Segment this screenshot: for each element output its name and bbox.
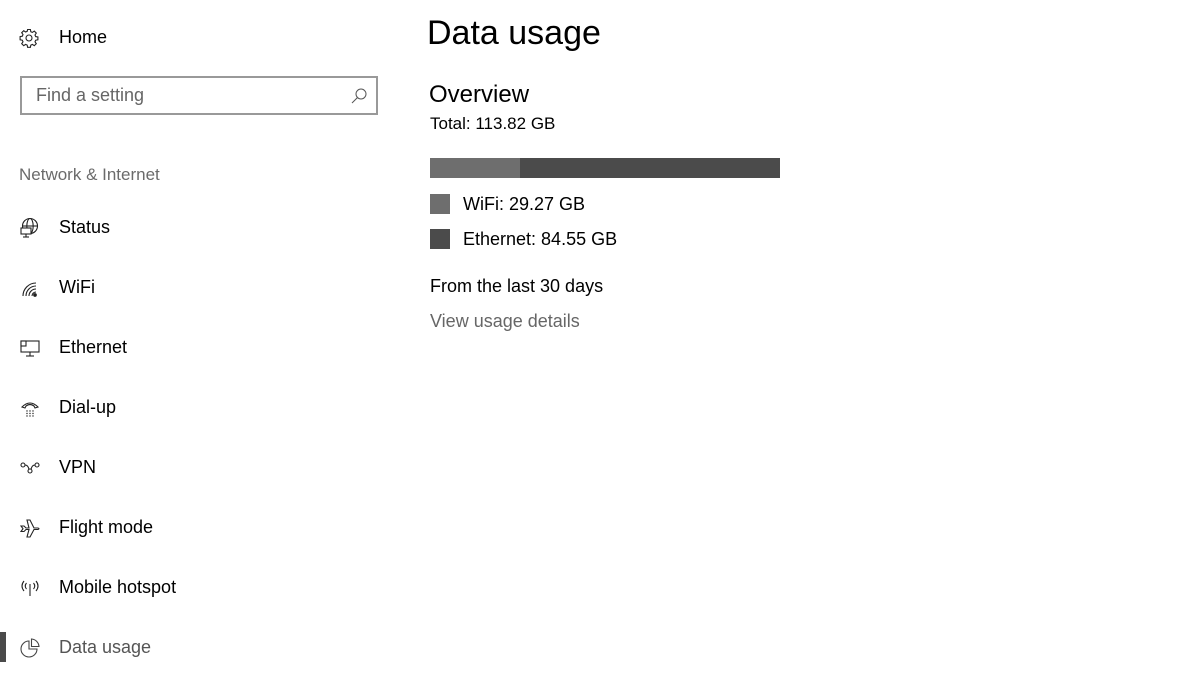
sidebar-item-mobile-hotspot[interactable]: Mobile hotspot (0, 568, 390, 608)
search-input[interactable] (36, 78, 336, 113)
sidebar-item-label: Dial-up (59, 397, 117, 417)
legend-swatch-wifi (430, 194, 450, 214)
legend-wifi: WiFi: 29.27 GB (430, 193, 585, 215)
overview-heading: Overview (429, 81, 530, 108)
gear-icon (18, 27, 40, 49)
legend-swatch-ethernet (430, 229, 450, 249)
sidebar-item-ethernet[interactable]: Ethernet (0, 328, 390, 368)
sidebar-item-dial-up[interactable]: Dial-up (0, 388, 390, 428)
sidebar-item-label: Flight mode (59, 517, 154, 537)
sidebar-item-label: WiFi (59, 277, 95, 297)
hotspot-icon (19, 577, 41, 599)
selected-indicator (0, 632, 6, 662)
sidebar-item-status[interactable]: Status (0, 208, 390, 248)
sidebar-item-wifi[interactable]: WiFi (0, 268, 390, 308)
pie-chart-icon (19, 637, 41, 659)
sidebar-item-label: VPN (59, 457, 97, 477)
sidebar-item-label: Data usage (59, 637, 152, 657)
vpn-icon (19, 457, 41, 479)
legend-label-wifi: WiFi: 29.27 GB (463, 193, 586, 214)
sidebar-item-vpn[interactable]: VPN (0, 448, 390, 488)
legend-label-ethernet: Ethernet: 84.55 GB (463, 228, 618, 249)
sidebar-item-label: Mobile hotspot (59, 577, 177, 597)
home-label: Home (59, 27, 108, 47)
sidebar-item-flight-mode[interactable]: Flight mode (0, 508, 390, 548)
globe-monitor-icon (19, 217, 41, 239)
section-label: Network & Internet (19, 165, 160, 184)
sidebar-item-data-usage[interactable]: Data usage (0, 628, 390, 668)
view-usage-details-link[interactable]: View usage details (430, 311, 580, 332)
sidebar-home[interactable]: Home (18, 24, 107, 52)
sidebar-item-label: Ethernet (59, 337, 128, 357)
period-text: From the last 30 days (430, 276, 604, 296)
usage-bar-ethernet (520, 158, 780, 178)
page-title: Data usage (427, 14, 601, 52)
usage-bar (430, 158, 780, 178)
sidebar-item-label: Status (59, 217, 111, 237)
legend-ethernet: Ethernet: 84.55 GB (430, 228, 617, 250)
total-usage: Total: 113.82 GB (430, 114, 556, 133)
usage-bar-wifi (430, 158, 520, 178)
wifi-icon (19, 277, 41, 299)
search-icon[interactable] (350, 87, 368, 105)
phone-icon (19, 397, 41, 419)
search-box[interactable] (20, 76, 378, 115)
ethernet-icon (19, 337, 41, 359)
airplane-icon (19, 517, 41, 539)
